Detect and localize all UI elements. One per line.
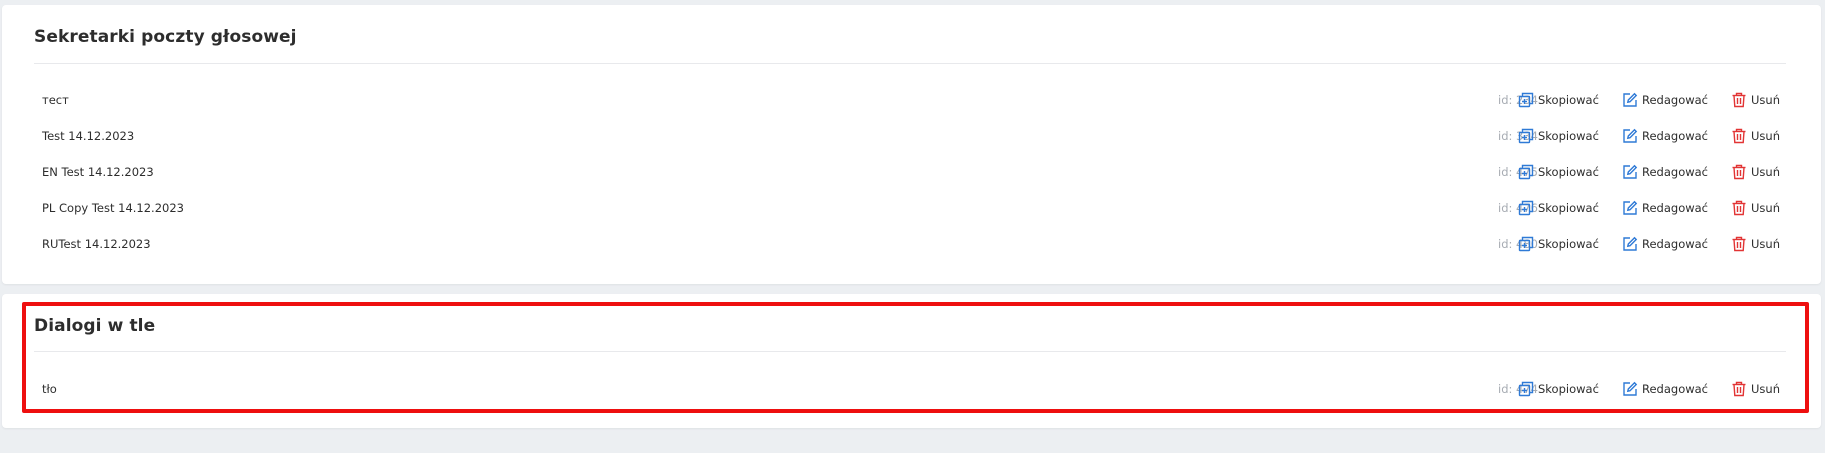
item-name: EN Test 14.12.2023	[42, 165, 154, 179]
delete-button[interactable]: Usuń	[1731, 161, 1780, 183]
delete-label: Usuń	[1751, 201, 1780, 215]
background-dialogs-section-card: Dialogi w tle tło id: 474 Skopiować Reda	[2, 294, 1821, 428]
copy-icon	[1518, 92, 1534, 108]
copy-button[interactable]: Skopiować	[1518, 233, 1599, 255]
edit-icon	[1622, 236, 1638, 252]
edit-button[interactable]: Redagować	[1622, 233, 1708, 255]
copy-icon	[1518, 164, 1534, 180]
delete-label: Usuń	[1751, 237, 1780, 251]
list-item: EN Test 14.12.2023 id: 475 Skopiować Red…	[42, 161, 1782, 185]
edit-button[interactable]: Redagować	[1622, 161, 1708, 183]
edit-icon	[1622, 381, 1638, 397]
trash-icon	[1731, 92, 1747, 108]
section-title: Sekretarki poczty głosowej	[34, 27, 297, 47]
delete-button[interactable]: Usuń	[1731, 197, 1780, 219]
copy-label: Skopiować	[1538, 93, 1599, 107]
delete-button[interactable]: Usuń	[1731, 125, 1780, 147]
divider	[34, 351, 1786, 352]
copy-icon	[1518, 200, 1534, 216]
copy-label: Skopiować	[1538, 201, 1599, 215]
delete-label: Usuń	[1751, 93, 1780, 107]
delete-label: Usuń	[1751, 382, 1780, 396]
edit-button[interactable]: Redagować	[1622, 89, 1708, 111]
copy-button[interactable]: Skopiować	[1518, 161, 1599, 183]
copy-button[interactable]: Skopiować	[1518, 125, 1599, 147]
edit-icon	[1622, 92, 1638, 108]
edit-label: Redagować	[1642, 93, 1709, 107]
edit-label: Redagować	[1642, 237, 1709, 251]
delete-label: Usuń	[1751, 129, 1780, 143]
trash-icon	[1731, 381, 1747, 397]
edit-button[interactable]: Redagować	[1622, 378, 1708, 400]
copy-icon	[1518, 236, 1534, 252]
item-name: тест	[42, 93, 69, 107]
copy-button[interactable]: Skopiować	[1518, 378, 1599, 400]
copy-button[interactable]: Skopiować	[1518, 197, 1599, 219]
delete-label: Usuń	[1751, 165, 1780, 179]
divider	[34, 63, 1786, 64]
edit-icon	[1622, 128, 1638, 144]
section-title: Dialogi w tle	[34, 316, 156, 336]
item-name: RUTest 14.12.2023	[42, 237, 151, 251]
trash-icon	[1731, 128, 1747, 144]
copy-label: Skopiować	[1538, 165, 1599, 179]
list-item: PL Copy Test 14.12.2023 id: 476 Skopiowa…	[42, 197, 1782, 221]
trash-icon	[1731, 200, 1747, 216]
delete-button[interactable]: Usuń	[1731, 233, 1780, 255]
item-name: PL Copy Test 14.12.2023	[42, 201, 184, 215]
edit-icon	[1622, 164, 1638, 180]
item-name: Test 14.12.2023	[42, 129, 135, 143]
item-name: tło	[42, 382, 57, 396]
edit-label: Redagować	[1642, 201, 1709, 215]
edit-label: Redagować	[1642, 129, 1709, 143]
edit-button[interactable]: Redagować	[1622, 125, 1708, 147]
delete-button[interactable]: Usuń	[1731, 378, 1780, 400]
trash-icon	[1731, 164, 1747, 180]
list-item: тест id: 234 Skopiować Redagować Usuń	[42, 89, 1782, 113]
copy-label: Skopiować	[1538, 382, 1599, 396]
edit-button[interactable]: Redagować	[1622, 197, 1708, 219]
edit-label: Redagować	[1642, 165, 1709, 179]
edit-label: Redagować	[1642, 382, 1709, 396]
copy-label: Skopiować	[1538, 129, 1599, 143]
voicemail-section-card: Sekretarki poczty głosowej тест id: 234 …	[2, 5, 1821, 284]
delete-button[interactable]: Usuń	[1731, 89, 1780, 111]
edit-icon	[1622, 200, 1638, 216]
copy-icon	[1518, 128, 1534, 144]
list-item: tło id: 474 Skopiować Redagować Usuń	[42, 378, 1782, 402]
trash-icon	[1731, 236, 1747, 252]
list-item: RUTest 14.12.2023 id: 480 Skopiować Reda…	[42, 233, 1782, 257]
copy-icon	[1518, 381, 1534, 397]
list-item: Test 14.12.2023 id: 334 Skopiować Redago…	[42, 125, 1782, 149]
copy-button[interactable]: Skopiować	[1518, 89, 1599, 111]
copy-label: Skopiować	[1538, 237, 1599, 251]
